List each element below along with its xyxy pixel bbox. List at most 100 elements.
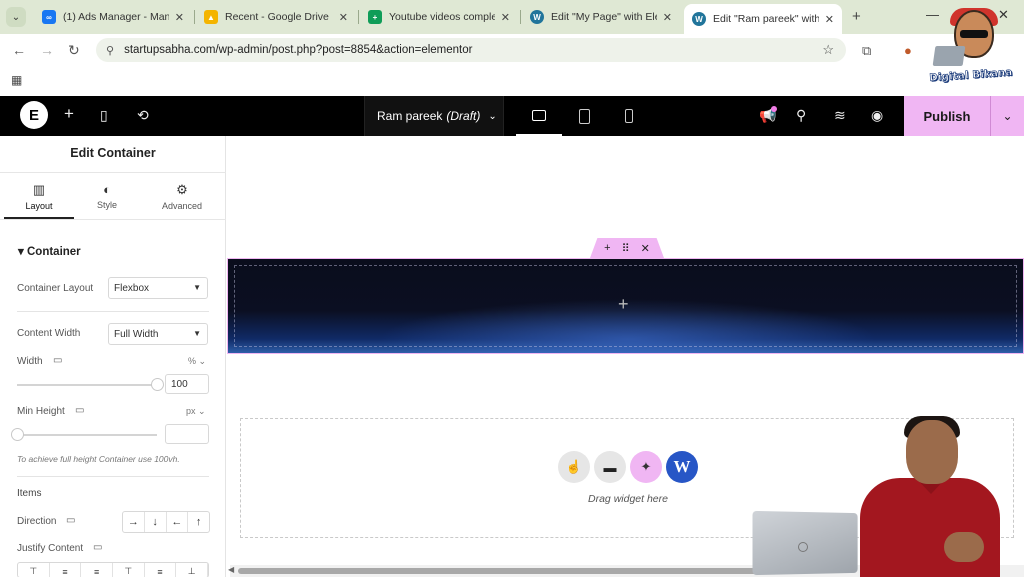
wordpress-icon: W [530,10,544,24]
new-tab-button[interactable]: + [852,8,861,25]
folder-icon[interactable]: ▬ [594,451,626,483]
justify-space-around-button[interactable]: ≡ [145,563,177,577]
close-icon[interactable]: ✕ [175,11,184,24]
dropdown-arrow-icon: ▼ [193,329,201,338]
structure-layers-icon[interactable]: ≋ [834,107,846,124]
min-height-input[interactable] [165,424,209,444]
publish-button-group: Publish ⌄ [904,96,1024,136]
direction-column-reverse-button[interactable]: ↑ [188,512,209,532]
bookmark-star-icon[interactable]: ☆ [822,42,834,58]
tab-search-button[interactable]: ⌄ [6,7,26,27]
extensions-icon[interactable]: ⧉ [862,43,871,59]
hero-container[interactable]: + [227,258,1024,354]
desktop-icon[interactable]: ▭ [93,542,102,553]
tab-layout[interactable]: ▥ Layout [4,182,74,211]
channel-logo: Digital Bikana [926,6,1016,94]
content-width-select[interactable]: Full Width ▼ [108,323,208,345]
select-value: Full Width [114,328,159,340]
caret-down-icon: ▾ [18,246,24,258]
browser-tab-ads-manager[interactable]: ∞ (1) Ads Manager - Manag ✕ [34,4,192,30]
hand-pointer-icon[interactable]: ☝ [558,451,590,483]
desktop-icon[interactable]: ▭ [66,515,75,526]
tab-title: Recent - Google Drive [225,11,329,23]
min-height-label: Min Height [17,406,65,417]
browser-tab-edit-ram-pareek[interactable]: W Edit "Ram pareek" with El ✕ [684,4,842,34]
justify-space-evenly-button[interactable]: ⊥ [176,563,208,577]
browser-tab-edit-my-page[interactable]: W Edit "My Page" with Elem ✕ [522,4,680,30]
width-input[interactable]: 100 [165,374,209,394]
min-height-slider-handle[interactable] [11,428,24,441]
tab-style[interactable]: ◐ Style [72,182,142,210]
direction-column-button[interactable]: ↓ [145,512,167,532]
layout-icon: ▥ [32,182,46,197]
profile-extension-icon[interactable]: ● [904,43,912,58]
elementor-logo-button[interactable]: E [20,101,48,129]
desktop-icon[interactable]: ▭ [53,355,62,366]
desktop-icon[interactable]: ▭ [75,405,84,416]
container-layout-select[interactable]: Flexbox ▼ [108,277,208,299]
width-unit-select[interactable]: % ⌄ [188,356,206,367]
page-settings-icon[interactable]: ▯ [100,107,108,124]
tab-label: Advanced [161,201,203,211]
justify-start-button[interactable]: ⊤ [18,563,50,577]
close-icon[interactable]: ✕ [501,11,510,24]
reload-icon[interactable]: ↻ [68,42,80,59]
tab-label: Style [96,200,117,210]
width-value: 100 [171,378,188,390]
section-container-toggle[interactable]: ▾ Container [18,244,81,258]
drag-widget-hint: Drag widget here [588,493,668,505]
dropdown-arrow-icon: ▼ [193,283,201,292]
scrollbar-thumb[interactable] [238,568,758,574]
desktop-view-button[interactable] [516,96,562,136]
close-icon[interactable]: ✕ [663,11,672,24]
tablet-icon [578,108,590,124]
delete-container-icon[interactable]: ✕ [641,242,650,255]
notification-badge [771,106,777,112]
forward-arrow-icon[interactable]: → [40,42,54,58]
container-handle: + ⠿ ✕ [590,238,664,258]
tab-title: (1) Ads Manager - Manag [63,11,169,23]
wordpress-icon[interactable]: W [666,451,698,483]
mobile-view-button[interactable] [606,96,652,136]
site-info-icon[interactable]: ⚲ [106,44,114,57]
search-icon[interactable]: ⚲ [796,107,806,124]
min-height-slider[interactable] [17,434,157,436]
unit-value: % [188,356,197,366]
publish-options-button[interactable]: ⌄ [990,96,1024,136]
direction-row-reverse-button[interactable]: ← [167,512,189,532]
direction-button-group: → ↓ ← ↑ [122,511,210,533]
back-arrow-icon[interactable]: ← [12,42,26,58]
close-icon[interactable]: ✕ [825,13,834,26]
page-status: (Draft) [446,109,481,123]
add-element-icon[interactable]: + [64,104,74,124]
wordpress-icon: W [692,12,706,26]
history-icon[interactable]: ⟲ [137,107,149,124]
scroll-left-icon[interactable]: ◀ [228,565,234,574]
apps-grid-icon[interactable]: ▦ [11,73,22,87]
min-height-unit-select[interactable]: px ⌄ [186,406,206,417]
google-sheets-icon: + [368,10,382,24]
tab-advanced[interactable]: ⚙ Advanced [147,182,217,211]
preview-eye-icon[interactable]: ◉ [871,107,883,124]
justify-end-button[interactable]: ≡ [81,563,114,577]
direction-label: Direction [17,516,57,527]
direction-row-button[interactable]: → [123,512,145,532]
justify-space-between-button[interactable]: ⊤ [113,563,145,577]
editor-panel: Edit Container ▥ Layout ◐ Style ⚙ Advanc… [0,136,226,577]
publish-button[interactable]: Publish [904,96,990,136]
width-slider-handle[interactable] [151,378,164,391]
browser-tab-google-sheets[interactable]: + Youtube videos complete ✕ [360,4,518,30]
drag-handle-icon[interactable]: ⠿ [622,242,630,255]
add-container-icon[interactable]: + [604,242,610,254]
close-icon[interactable]: ✕ [339,11,348,24]
document-title-dropdown[interactable]: Ram pareek (Draft) ⌄ [364,96,504,136]
url-text: startupsabha.com/wp-admin/post.php?post=… [124,44,473,56]
mobile-icon [625,109,633,123]
width-slider[interactable] [17,384,157,386]
tablet-view-button[interactable] [561,96,607,136]
omnibox[interactable]: ⚲ startupsabha.com/wp-admin/post.php?pos… [96,38,846,62]
ai-sparkle-icon[interactable]: ✦ [630,451,662,483]
justify-center-button[interactable]: ≡ [50,563,82,577]
browser-tab-google-drive[interactable]: ▲ Recent - Google Drive ✕ [196,4,356,30]
add-element-icon[interactable]: + [618,294,629,315]
